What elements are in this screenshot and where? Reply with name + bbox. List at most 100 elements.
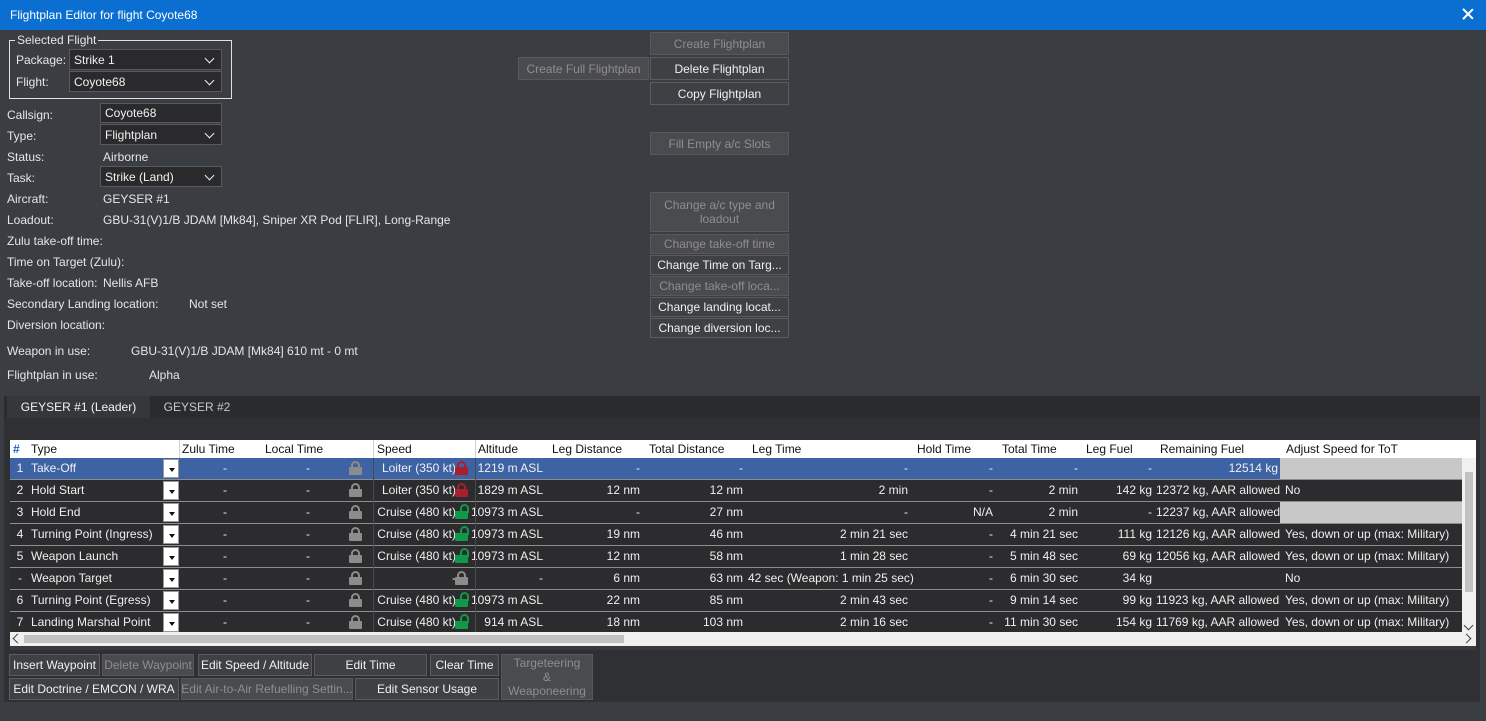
change-aircraft-type-button[interactable]: Change a/c type and loadout	[650, 192, 789, 232]
copy-flightplan-button[interactable]: Copy Flightplan	[650, 82, 789, 105]
table-row[interactable]: 5 Weapon Launch - - Cruise (480 kt) 10973 m A…	[10, 546, 1462, 568]
edit-doctrine-button[interactable]: Edit Doctrine / EMCON / WRA	[9, 678, 179, 700]
tot-label: Time on Target (Zulu):	[7, 255, 125, 269]
type-dropdown-icon[interactable]	[163, 503, 179, 522]
time-lock-icon[interactable]	[349, 571, 362, 585]
insert-waypoint-button[interactable]: Insert Waypoint	[9, 654, 100, 676]
col-remaining-fuel[interactable]: Remaining Fuel	[1160, 442, 1244, 456]
time-lock-icon[interactable]	[349, 615, 362, 629]
type-dropdown-icon[interactable]	[163, 481, 179, 500]
create-full-flightplan-button[interactable]: Create Full Flightplan	[518, 57, 649, 80]
scroll-down-icon[interactable]	[1463, 620, 1474, 631]
cell-total-time: 2 min	[1048, 505, 1078, 519]
speed-lock-icon[interactable]	[455, 483, 468, 497]
tab-geyser-2[interactable]: GEYSER #2	[152, 396, 242, 418]
cell-speed: Cruise (480 kt)	[377, 593, 456, 607]
type-dropdown-icon[interactable]	[163, 591, 179, 610]
edit-sensor-usage-button[interactable]: Edit Sensor Usage	[355, 678, 499, 700]
cell-leg-distance: 22 nm	[606, 593, 640, 607]
change-time-on-target-button[interactable]: Change Time on Targ...	[650, 255, 789, 275]
speed-lock-icon[interactable]	[455, 526, 469, 541]
cell-zulu-time: -	[223, 527, 227, 541]
cell-speed: Cruise (480 kt)	[377, 549, 456, 563]
callsign-input[interactable]: Coyote68	[100, 103, 222, 123]
task-label: Task:	[7, 171, 36, 185]
col-speed[interactable]: Speed	[377, 442, 412, 456]
col-local-time[interactable]: Local Time	[265, 442, 323, 456]
table-row[interactable]: 7 Landing Marshal Point - - Cruise (480 kt) 9…	[10, 612, 1462, 634]
speed-lock-icon[interactable]	[455, 461, 468, 475]
scroll-thumb[interactable]	[24, 635, 624, 643]
type-dropdown-icon[interactable]	[163, 525, 179, 544]
type-select[interactable]: Flightplan	[100, 124, 222, 145]
type-dropdown-icon[interactable]	[163, 569, 179, 588]
col-type[interactable]: Type	[31, 442, 57, 456]
secondary-landing-label: Secondary Landing location:	[7, 297, 159, 311]
column-divider	[373, 502, 374, 524]
type-dropdown-icon[interactable]	[163, 459, 179, 478]
col-total-time[interactable]: Total Time	[1002, 442, 1057, 456]
column-divider	[373, 546, 374, 568]
change-landing-location-button[interactable]: Change landing locat...	[650, 297, 789, 317]
time-lock-icon[interactable]	[349, 549, 362, 563]
time-lock-icon[interactable]	[349, 593, 362, 607]
col-total-distance[interactable]: Total Distance	[649, 442, 724, 456]
change-takeoff-location-button[interactable]: Change take-off loca...	[650, 276, 789, 296]
create-flightplan-button[interactable]: Create Flightplan	[650, 32, 789, 55]
cell-leg-distance: -	[636, 505, 640, 519]
time-lock-icon[interactable]	[349, 461, 362, 475]
col-zulu-time[interactable]: Zulu Time	[182, 442, 235, 456]
scroll-thumb[interactable]	[1465, 472, 1473, 592]
col-adjust-speed[interactable]: Adjust Speed for ToT	[1286, 442, 1398, 456]
scroll-right-icon[interactable]	[1461, 633, 1472, 644]
edit-speed-altitude-button[interactable]: Edit Speed / Altitude	[198, 654, 312, 676]
speed-lock-icon[interactable]	[455, 548, 469, 563]
tab-geyser-1[interactable]: GEYSER #1 (Leader)	[7, 396, 150, 418]
table-row[interactable]: - Weapon Target - - - -6 nm 63 nm 42 sec (Weapo…	[10, 568, 1462, 590]
cell-remaining-fuel: 12237 kg, AAR allowed	[1156, 505, 1281, 519]
horizontal-scrollbar[interactable]	[10, 632, 1476, 646]
close-icon[interactable]	[1458, 4, 1478, 24]
table-row[interactable]: 3 Hold End - - Cruise (480 kt) 10973 m ASL - 27…	[10, 502, 1462, 524]
col-leg-time[interactable]: Leg Time	[752, 442, 801, 456]
speed-lock-icon[interactable]	[455, 614, 469, 629]
delete-waypoint-button[interactable]: Delete Waypoint	[102, 654, 194, 676]
table-row[interactable]: 4 Turning Point (Ingress) - - Cruise (480 kt…	[10, 524, 1462, 546]
time-lock-icon[interactable]	[349, 505, 362, 519]
change-diversion-location-button[interactable]: Change diversion loc...	[650, 318, 789, 338]
col-altitude[interactable]: Altitude	[478, 442, 518, 456]
cell-total-distance: 58 nm	[709, 549, 743, 563]
cell-altitude: 10973 m ASL	[470, 549, 543, 563]
scroll-left-icon[interactable]	[12, 633, 23, 644]
col-sep	[373, 440, 374, 458]
change-takeoff-time-button[interactable]: Change take-off time	[650, 234, 789, 254]
table-row[interactable]: 1 Take-Off - - Loiter (350 kt) 1219 m ASL - - - -…	[10, 458, 1462, 480]
table-row[interactable]: 2 Hold Start - - Loiter (350 kt) 1829 m ASL 12…	[10, 480, 1462, 502]
task-select[interactable]: Strike (Land)	[100, 166, 222, 187]
speed-lock-icon[interactable]	[455, 592, 469, 607]
targeteering-weaponeering-button[interactable]: Targeteering & Weaponeering	[501, 654, 593, 700]
type-dropdown-icon[interactable]	[163, 613, 179, 632]
table-row[interactable]: 6 Turning Point (Egress) - - Cruise (480 kt)…	[10, 590, 1462, 612]
col-leg-fuel[interactable]: Leg Fuel	[1086, 442, 1133, 456]
cell-speed: Loiter (350 kt)	[381, 483, 456, 497]
cell-altitude: 10973 m ASL	[470, 593, 543, 607]
col-num[interactable]: #	[13, 442, 20, 456]
col-leg-distance[interactable]: Leg Distance	[552, 442, 622, 456]
col-hold-time[interactable]: Hold Time	[917, 442, 971, 456]
flight-select[interactable]: Coyote68	[69, 71, 222, 92]
fill-empty-slots-button[interactable]: Fill Empty a/c Slots	[650, 132, 789, 155]
type-label: Type:	[7, 129, 37, 143]
clear-time-button[interactable]: Clear Time	[430, 654, 499, 676]
time-lock-icon[interactable]	[349, 483, 362, 497]
vertical-scrollbar[interactable]	[1462, 458, 1476, 632]
type-dropdown-icon[interactable]	[163, 547, 179, 566]
edit-time-button[interactable]: Edit Time	[314, 654, 427, 676]
time-lock-icon[interactable]	[349, 527, 362, 541]
delete-flightplan-button[interactable]: Delete Flightplan	[650, 57, 789, 80]
cell-leg-time: 42 sec (Weapon: 1 min 25 sec)	[748, 571, 914, 585]
edit-aar-settings-button[interactable]: Edit Air-to-Air Refuelling Settin...	[181, 678, 353, 700]
speed-lock-icon[interactable]	[455, 571, 468, 585]
package-select[interactable]: Strike 1	[69, 49, 222, 70]
speed-lock-icon[interactable]	[455, 504, 469, 519]
